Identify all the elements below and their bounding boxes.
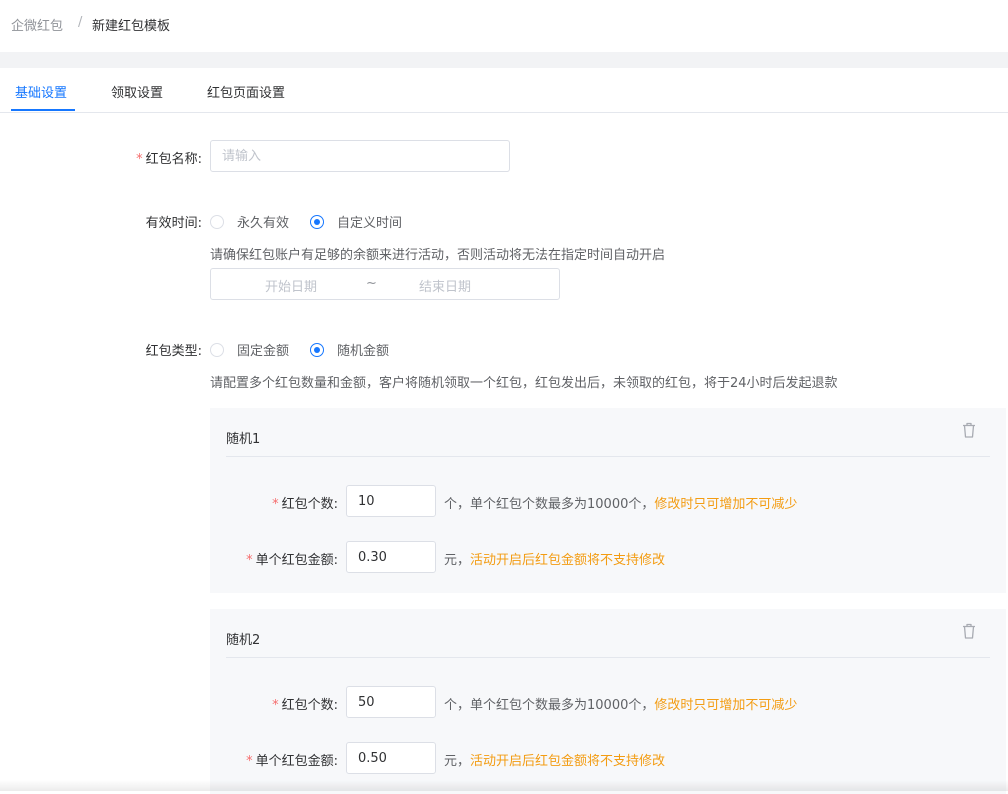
required-mark: * [136, 152, 143, 167]
amount-input[interactable] [346, 742, 436, 774]
random-item-title: 随机1 [226, 432, 261, 447]
validity-tip: 请确保红包账户有足够的余额来进行活动，否则活动将无法在指定时间自动开启 [210, 248, 666, 263]
amount-note: 元，活动开启后红包金额将不支持修改 [444, 750, 665, 769]
section-gap [0, 52, 1008, 68]
count-warning: 修改时只可增加不可减少 [654, 497, 798, 512]
count-label: * 红包个数: [272, 493, 338, 512]
random-item-title: 随机2 [226, 633, 261, 648]
count-note: 个，单个红包个数最多为10000个，修改时只可增加不可减少 [444, 694, 797, 713]
start-date-input[interactable]: 开始日期 [265, 276, 317, 295]
date-range-separator: ~ [366, 276, 377, 291]
amount-warning: 活动开启后红包金额将不支持修改 [470, 553, 666, 568]
radio-custom-time-circle[interactable] [310, 214, 324, 229]
radio-fixed-amount-label: 固定金额 [237, 344, 290, 359]
tab-page-settings[interactable]: 红包页面设置 [207, 82, 285, 101]
amount-label-text: 单个红包金额: [255, 553, 338, 568]
radio-permanent[interactable]: 永久有效 [210, 212, 289, 231]
name-label-text: 红包名称: [145, 152, 202, 167]
radio-permanent-label: 永久有效 [237, 216, 290, 231]
trash-icon[interactable] [960, 622, 978, 640]
tab-bar: 基础设置 领取设置 红包页面设置 [0, 68, 1008, 113]
required-mark: * [272, 497, 279, 512]
radio-fixed-amount[interactable]: 固定金额 [210, 340, 289, 359]
bottom-shadow [0, 780, 1008, 791]
radio-custom-time[interactable]: 自定义时间 [310, 212, 402, 231]
trash-icon[interactable] [960, 421, 978, 439]
random-item-card: 随机1 *红包个数: 个，单个红包个数最多为10000个，修改时只可增加不可减少… [210, 408, 1006, 593]
radio-random-amount[interactable]: 随机金额 [310, 340, 389, 359]
count-label-text: 红包个数: [281, 698, 338, 713]
radio-random-amount-label: 随机金额 [337, 344, 390, 359]
radio-permanent-circle[interactable] [210, 214, 224, 229]
amount-warning: 活动开启后红包金额将不支持修改 [470, 754, 666, 769]
name-input[interactable] [210, 140, 510, 172]
count-label: * 红包个数: [272, 694, 338, 713]
breadcrumb-separator: / [78, 15, 83, 30]
amount-note-text: 元， [444, 754, 471, 769]
card-divider [226, 657, 990, 658]
breadcrumb-root[interactable]: 企微红包 [11, 15, 63, 34]
amount-label-text: 单个红包金额: [255, 754, 338, 769]
amount-label: * 单个红包金额: [246, 549, 338, 568]
type-label: 红包类型: [145, 344, 202, 359]
card-divider [226, 456, 990, 457]
amount-input[interactable] [346, 541, 436, 573]
count-warning: 修改时只可增加不可减少 [654, 698, 798, 713]
required-mark: * [272, 698, 279, 713]
name-label: * 红包名称: [136, 148, 202, 167]
radio-fixed-amount-circle[interactable] [210, 342, 224, 357]
radio-custom-time-label: 自定义时间 [337, 216, 403, 231]
amount-label: * 单个红包金额: [246, 750, 338, 769]
radio-random-amount-circle[interactable] [310, 342, 324, 357]
count-input[interactable] [346, 485, 436, 517]
count-note-text: 个，单个红包个数最多为10000个， [444, 698, 655, 713]
tab-receive-settings[interactable]: 领取设置 [111, 82, 163, 101]
date-range-picker[interactable]: 开始日期 ~ 结束日期 [210, 268, 560, 300]
required-mark: * [246, 754, 253, 769]
amount-note-text: 元， [444, 553, 471, 568]
type-tip: 请配置多个红包数量和金额，客户将随机领取一个红包，红包发出后，未领取的红包，将于… [210, 376, 838, 391]
amount-note: 元，活动开启后红包金额将不支持修改 [444, 549, 665, 568]
count-note-text: 个，单个红包个数最多为10000个， [444, 497, 655, 512]
validity-label: 有效时间: [145, 216, 202, 231]
count-label-text: 红包个数: [281, 497, 338, 512]
count-note: 个，单个红包个数最多为10000个，修改时只可增加不可减少 [444, 493, 797, 512]
tab-basic-settings[interactable]: 基础设置 [15, 82, 67, 101]
random-item-card: 随机2 *红包个数: 个，单个红包个数最多为10000个，修改时只可增加不可减少… [210, 609, 1006, 794]
breadcrumb-current: 新建红包模板 [92, 19, 171, 34]
end-date-input[interactable]: 结束日期 [419, 276, 471, 295]
count-input[interactable] [346, 686, 436, 718]
active-tab-indicator [11, 109, 75, 111]
required-mark: * [246, 553, 253, 568]
top-bar: 企微红包 / 新建红包模板 [0, 0, 1008, 52]
